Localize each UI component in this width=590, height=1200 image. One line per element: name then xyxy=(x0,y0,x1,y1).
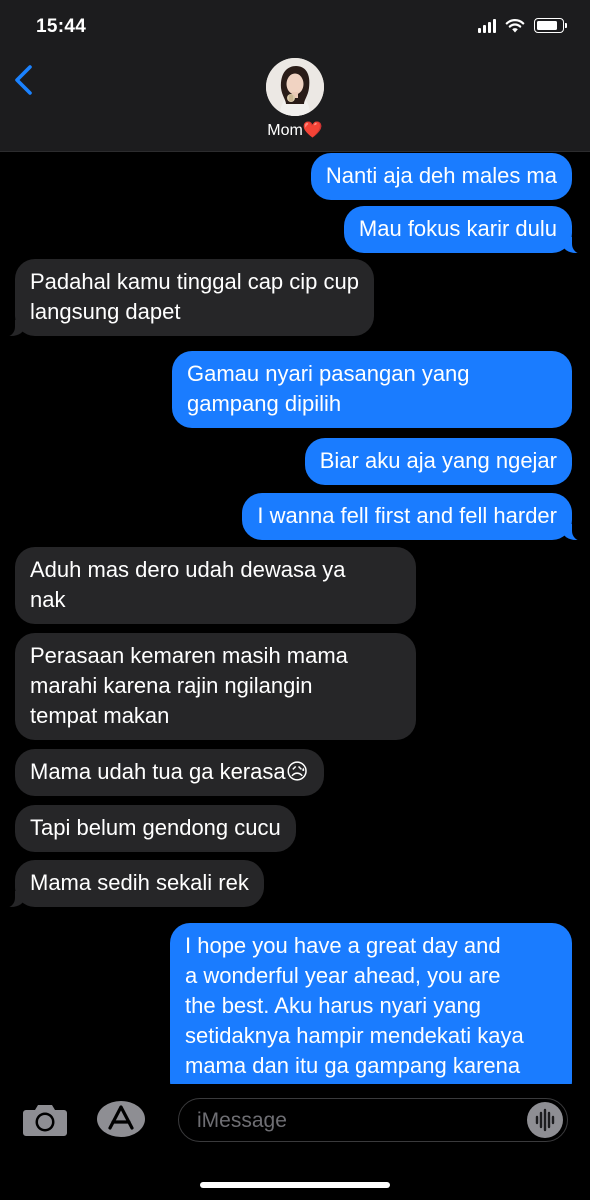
avatar-photo xyxy=(266,58,324,116)
status-bar: 15:44 xyxy=(0,0,590,56)
message-bubble-sent[interactable]: Mau fokus karir dulu xyxy=(343,206,585,254)
cellular-signal-icon xyxy=(478,18,496,33)
status-time: 15:44 xyxy=(36,16,87,37)
message-bubble-sent[interactable]: I hope you have a great day and a wonder… xyxy=(170,923,572,1084)
imessage-input[interactable]: iMessage xyxy=(178,1098,568,1142)
conversation-header: 15:44 Mom❤️ xyxy=(0,0,590,152)
message-bubble-received[interactable]: Perasaan kemaren masih mama marahi karen… xyxy=(15,633,416,740)
status-icons xyxy=(478,18,567,33)
compose-bar: iMessage xyxy=(0,1084,590,1200)
message-bubble-received[interactable]: Aduh mas dero udah dewasa ya nak xyxy=(15,547,416,624)
app-store-icon[interactable] xyxy=(97,1101,147,1137)
camera-icon[interactable] xyxy=(22,1101,68,1137)
waveform-icon xyxy=(535,1108,555,1132)
message-thread[interactable]: Nanti aja deh males ma Mau fokus karir d… xyxy=(0,152,590,1084)
heart-emoji: ❤️ xyxy=(302,122,323,139)
message-bubble-received[interactable]: Mama udah tua ga kerasa😥 xyxy=(15,749,324,796)
battery-icon xyxy=(534,18,567,33)
imessage-placeholder: iMessage xyxy=(197,1109,287,1132)
wifi-icon xyxy=(505,19,525,33)
message-bubble-sent[interactable]: Biar aku aja yang ngejar xyxy=(304,438,572,485)
message-bubble-sent[interactable]: Gamau nyari pasangan yang gampang dipili… xyxy=(172,351,572,428)
contact-name-text: Mom xyxy=(267,122,303,139)
message-bubble-received[interactable]: Tapi belum gendong cucu xyxy=(15,805,296,852)
message-bubble-sent[interactable]: Nanti aja deh males ma xyxy=(310,153,572,200)
contact-avatar[interactable] xyxy=(266,58,324,116)
back-chevron-icon[interactable] xyxy=(10,62,40,98)
message-bubble-received[interactable]: Mama sedih sekali rek xyxy=(3,860,264,908)
message-bubble-sent[interactable]: I wanna fell first and fell harder xyxy=(242,493,584,541)
message-bubble-received[interactable]: Padahal kamu tinggal cap cip cup langsun… xyxy=(3,259,374,337)
contact-name[interactable]: Mom❤️ xyxy=(0,120,590,140)
audio-message-button[interactable] xyxy=(527,1102,563,1138)
home-indicator xyxy=(200,1182,390,1188)
